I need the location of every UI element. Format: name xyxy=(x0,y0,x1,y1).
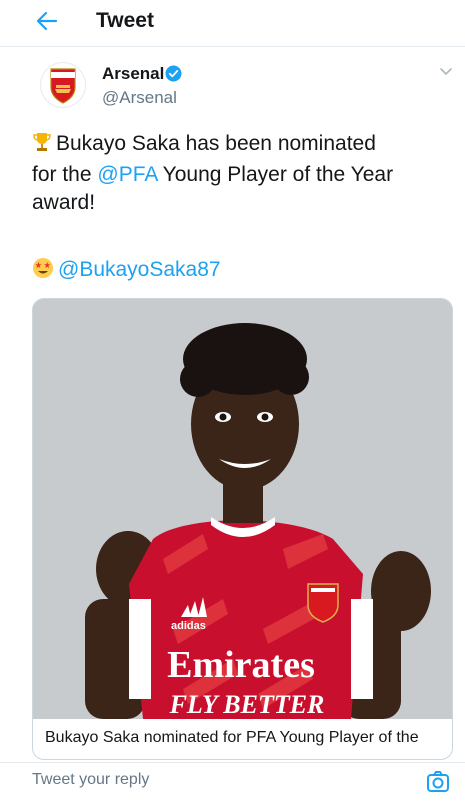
tweet-text: Bukayo Saka has been nominated for the @… xyxy=(32,130,452,217)
verified-badge-icon xyxy=(165,65,182,82)
trophy-icon xyxy=(32,131,52,161)
player-photo: adidas Emirates FLY BETTER xyxy=(33,299,452,719)
arrow-left-icon xyxy=(36,11,58,31)
mention-pfa-link[interactable]: @PFA xyxy=(97,163,157,186)
camera-button[interactable] xyxy=(424,768,452,796)
tweet-line-1: Bukayo Saka has been nominated xyxy=(32,130,452,161)
shirt-brand-text: adidas xyxy=(171,620,206,632)
camera-icon xyxy=(427,771,449,792)
tweet-line-2: for the @PFA Young Player of the Year xyxy=(32,161,452,189)
link-card[interactable]: adidas Emirates FLY BETTER Bukayo Saka n… xyxy=(32,298,453,760)
card-title[interactable]: Bukayo Saka nominated for PFA Young Play… xyxy=(45,729,445,747)
more-options-button[interactable] xyxy=(437,62,455,80)
tweet-line-3: award! xyxy=(32,191,96,214)
reply-bar: Tweet your reply xyxy=(0,762,465,801)
card-image[interactable]: adidas Emirates FLY BETTER xyxy=(33,299,452,719)
tweet-line-1-text: Bukayo Saka has been nominated xyxy=(56,132,376,155)
shirt-sponsor-text-2: FLY BETTER xyxy=(169,690,325,719)
back-button[interactable] xyxy=(32,6,62,36)
tweet-mention-line: @BukayoSaka87 xyxy=(32,256,221,287)
page-title: Tweet xyxy=(96,9,154,32)
star-struck-icon xyxy=(32,257,54,287)
chevron-down-icon xyxy=(440,68,452,76)
author-name[interactable]: Arsenal xyxy=(102,64,164,84)
tweet-line-2-prefix: for the xyxy=(32,163,98,186)
author-handle[interactable]: @Arsenal xyxy=(102,88,177,108)
arsenal-crest-icon xyxy=(50,68,76,104)
mention-player-link[interactable]: @BukayoSaka87 xyxy=(58,258,221,281)
reply-input[interactable]: Tweet your reply xyxy=(32,771,149,789)
avatar[interactable] xyxy=(40,62,86,108)
shirt-sponsor-text-1: Emirates xyxy=(167,644,315,686)
top-bar: Tweet xyxy=(0,0,465,47)
tweet-line-2-suffix: Young Player of the Year xyxy=(157,163,394,186)
